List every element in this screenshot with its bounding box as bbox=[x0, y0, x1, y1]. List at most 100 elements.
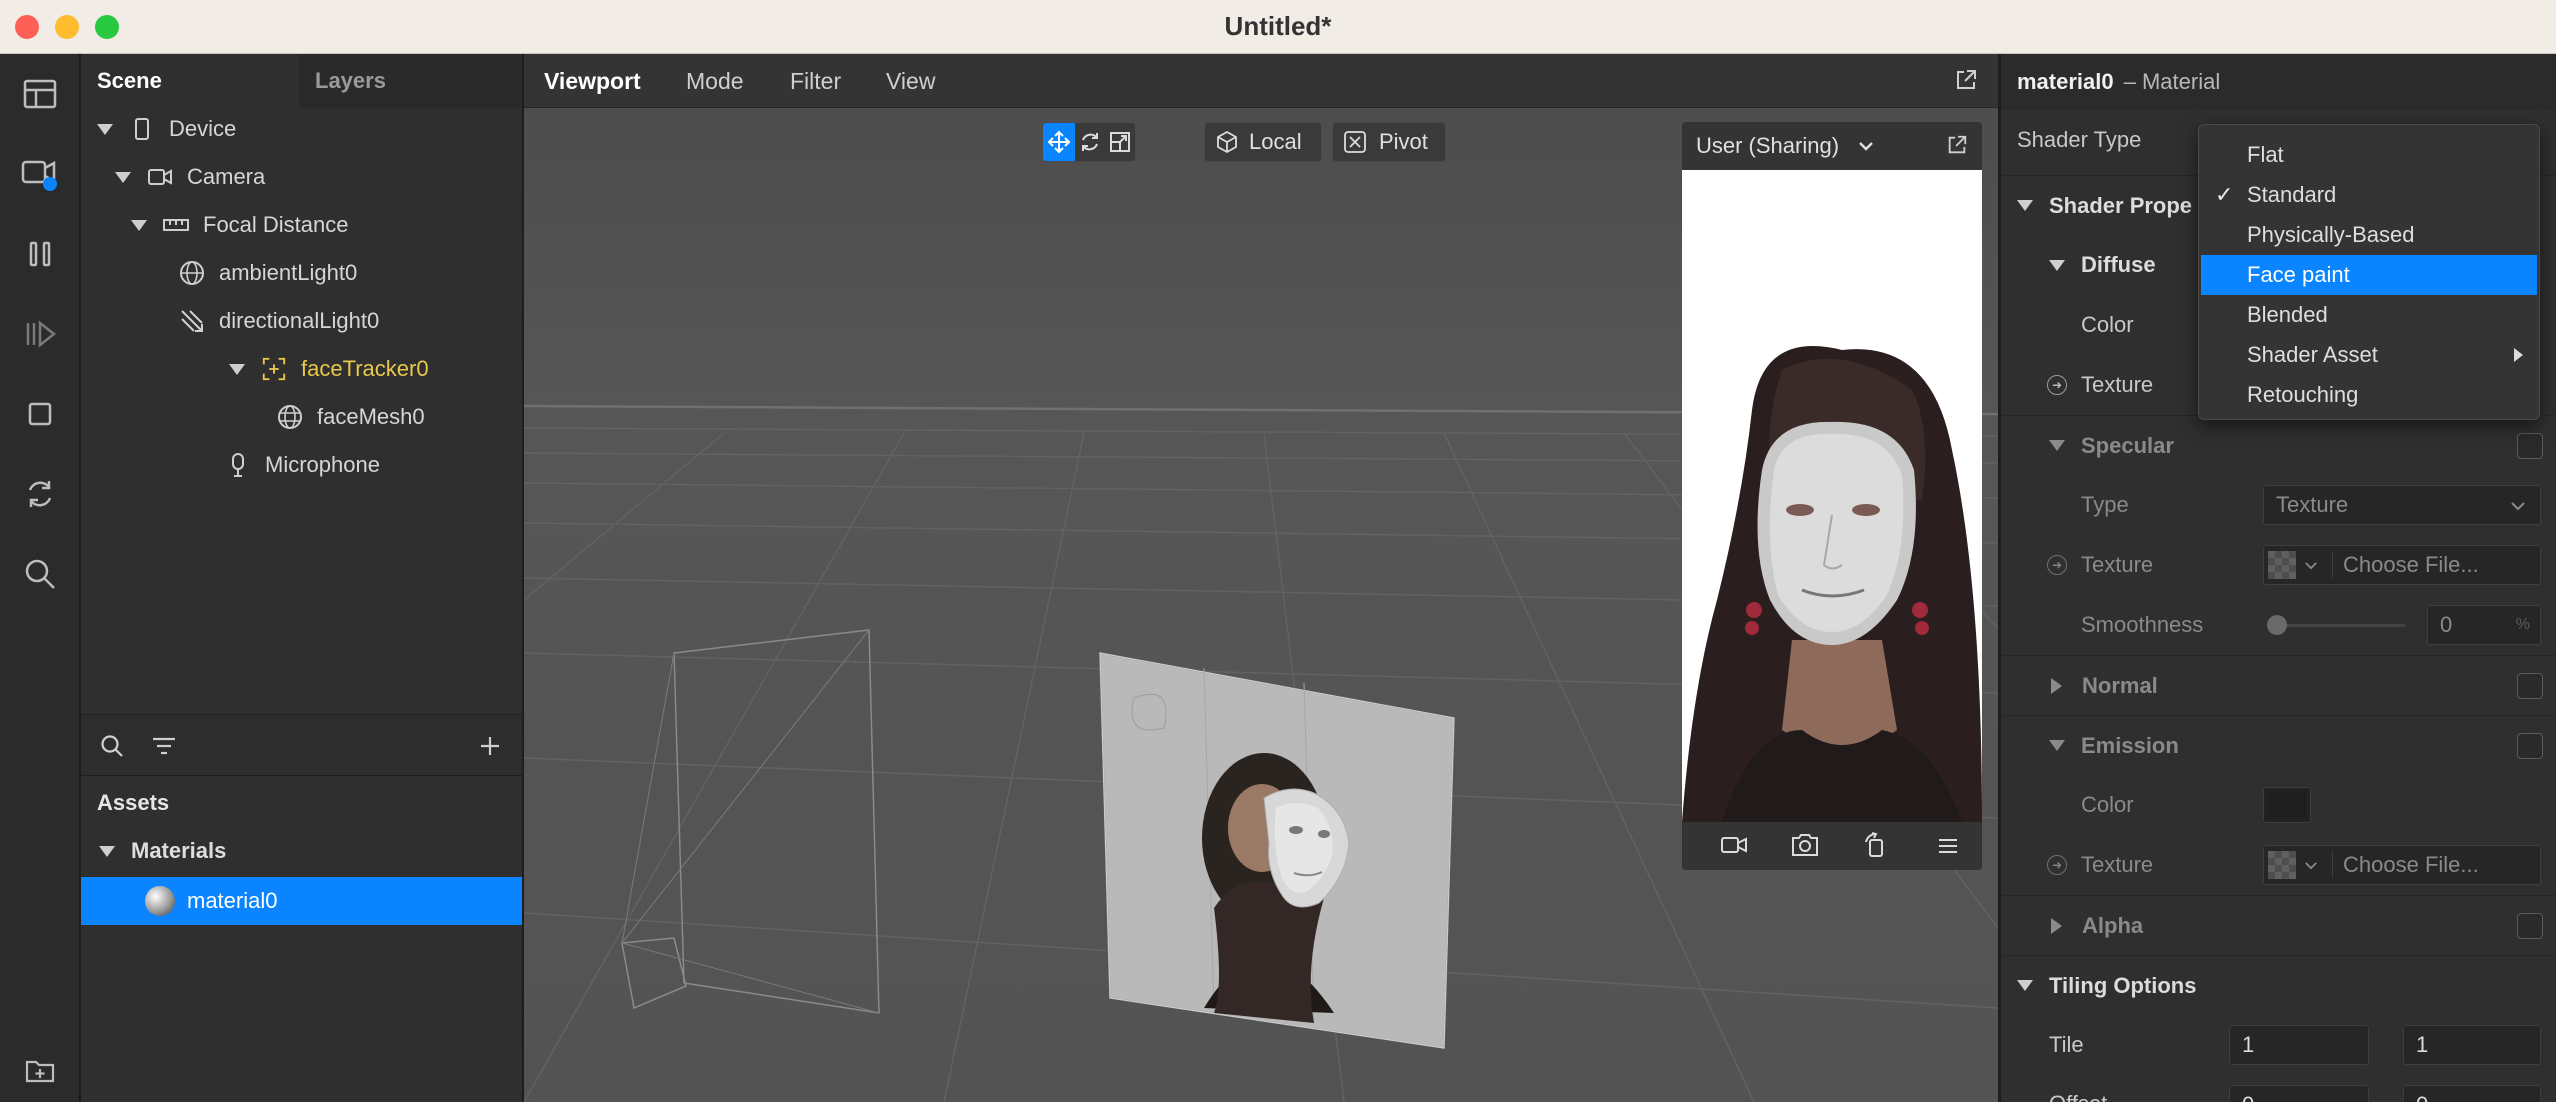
connect-arrow-icon[interactable]: ➜ bbox=[2047, 555, 2067, 575]
search-button[interactable] bbox=[14, 548, 66, 600]
checkmark-icon: ✓ bbox=[2215, 182, 2234, 207]
inspector-header: material0 – Material bbox=[2001, 54, 2556, 110]
emission-texture-picker[interactable]: Choose File... bbox=[2263, 845, 2541, 885]
asset-item-material0[interactable]: material0 bbox=[81, 877, 522, 925]
inspector-title: material0 bbox=[2017, 69, 2114, 94]
pop-out-viewport-button[interactable] bbox=[1954, 68, 1978, 97]
specular-section[interactable]: Specular bbox=[2001, 415, 2556, 475]
menu-icon bbox=[1939, 839, 1957, 853]
expand-icon[interactable] bbox=[2051, 917, 2062, 934]
add-object-button[interactable] bbox=[477, 733, 503, 764]
preview-popout-button[interactable] bbox=[1946, 134, 1968, 161]
tile-x-input[interactable]: 1 bbox=[2229, 1025, 2369, 1065]
preview-video-button[interactable] bbox=[1720, 834, 1748, 861]
expand-icon[interactable] bbox=[229, 363, 245, 375]
stop-icon bbox=[28, 402, 52, 426]
scene-filter-button[interactable] bbox=[151, 735, 177, 762]
option-label: Shader Asset bbox=[2247, 342, 2378, 367]
expand-icon[interactable] bbox=[2017, 200, 2033, 211]
stop-button[interactable] bbox=[14, 388, 66, 440]
alpha-section[interactable]: Alpha bbox=[2001, 895, 2556, 955]
tab-mode[interactable]: Mode bbox=[686, 54, 744, 108]
shader-option-shader-asset[interactable]: Shader Asset bbox=[2201, 335, 2537, 375]
tab-filter[interactable]: Filter bbox=[790, 54, 841, 108]
tree-item-camera[interactable]: Camera bbox=[115, 154, 265, 200]
pause-icon bbox=[29, 241, 51, 267]
expand-icon[interactable] bbox=[115, 171, 131, 183]
specular-texture-picker[interactable]: Choose File... bbox=[2263, 545, 2541, 585]
tab-view[interactable]: View bbox=[886, 54, 935, 108]
offset-label: Offset bbox=[2049, 1091, 2107, 1102]
specular-type-select[interactable]: Texture bbox=[2263, 485, 2541, 525]
tab-layers[interactable]: Layers bbox=[299, 54, 522, 108]
expand-icon[interactable] bbox=[131, 219, 147, 231]
connect-arrow-icon[interactable]: ➜ bbox=[2047, 855, 2067, 875]
expand-icon[interactable] bbox=[99, 845, 115, 857]
pivot-button[interactable]: Pivot bbox=[1332, 122, 1446, 162]
preview-menu-button[interactable] bbox=[1936, 836, 1960, 861]
tile-y-value: 1 bbox=[2416, 1032, 2429, 1057]
smoothness-input[interactable]: 0 % bbox=[2427, 605, 2541, 645]
diffuse-texture-label: Texture bbox=[2081, 372, 2154, 397]
expand-icon[interactable] bbox=[97, 123, 113, 135]
shader-option-face-paint[interactable]: Face paint bbox=[2201, 255, 2537, 295]
emission-color-swatch[interactable] bbox=[2263, 787, 2311, 823]
shader-option-flat[interactable]: Flat bbox=[2201, 135, 2537, 175]
expand-icon[interactable] bbox=[2017, 980, 2033, 991]
expand-icon[interactable] bbox=[2049, 740, 2065, 751]
tree-item-ambient-light[interactable]: ambientLight0 bbox=[179, 250, 357, 296]
normal-enable-checkbox[interactable] bbox=[2517, 672, 2543, 699]
tree-item-device[interactable]: Device bbox=[97, 106, 236, 152]
expand-icon[interactable] bbox=[2049, 259, 2065, 271]
shader-option-standard[interactable]: ✓ Standard bbox=[2201, 175, 2537, 215]
preview-device-selector[interactable]: User (Sharing) bbox=[1682, 122, 1982, 170]
rotate-tool-button[interactable] bbox=[1075, 123, 1105, 161]
assets-group-materials[interactable]: Materials bbox=[99, 828, 226, 874]
video-record-button[interactable] bbox=[14, 148, 66, 200]
specular-texture-row: ➜ Texture Choose File... bbox=[2001, 535, 2556, 595]
offset-row: Offset 0 0 bbox=[2001, 1075, 2556, 1102]
shader-option-blended[interactable]: Blended bbox=[2201, 295, 2537, 335]
move-tool-button[interactable] bbox=[1043, 123, 1075, 161]
scene-search-button[interactable] bbox=[99, 733, 125, 764]
connect-arrow-icon[interactable]: ➜ bbox=[2047, 375, 2067, 395]
tab-viewport[interactable]: Viewport bbox=[544, 54, 641, 108]
shader-properties-label: Shader Prope bbox=[2049, 192, 2193, 218]
add-folder-button[interactable] bbox=[14, 1044, 66, 1096]
expand-icon[interactable] bbox=[2051, 677, 2062, 694]
shader-option-retouching[interactable]: Retouching bbox=[2201, 375, 2537, 415]
transform-tool-group bbox=[1042, 122, 1136, 162]
local-label: Local bbox=[1249, 129, 1302, 154]
tree-item-label: Device bbox=[169, 116, 237, 141]
tree-item-face-mesh[interactable]: faceMesh0 bbox=[277, 394, 425, 440]
layout-icon bbox=[23, 79, 57, 109]
emission-enable-checkbox[interactable] bbox=[2517, 732, 2543, 759]
tree-item-focal-distance[interactable]: Focal Distance bbox=[131, 202, 349, 248]
normal-section[interactable]: Normal bbox=[2001, 655, 2556, 715]
tab-scene[interactable]: Scene bbox=[81, 54, 299, 108]
material-sphere-icon bbox=[145, 886, 175, 916]
preview-screenshot-button[interactable] bbox=[1790, 832, 1820, 863]
preview-rotate-button[interactable] bbox=[1862, 832, 1890, 863]
scale-tool-button[interactable] bbox=[1105, 123, 1135, 161]
emission-section[interactable]: Emission bbox=[2001, 715, 2556, 775]
layout-button[interactable] bbox=[14, 68, 66, 120]
tree-item-directional-light[interactable]: directionalLight0 bbox=[179, 298, 379, 344]
pause-button[interactable] bbox=[14, 228, 66, 280]
rotate-icon bbox=[1082, 133, 1098, 151]
alpha-enable-checkbox[interactable] bbox=[2517, 912, 2543, 939]
refresh-button[interactable] bbox=[14, 468, 66, 520]
expand-icon[interactable] bbox=[2049, 440, 2065, 451]
offset-y-input[interactable]: 0 bbox=[2403, 1085, 2541, 1102]
smoothness-slider-handle[interactable] bbox=[2267, 615, 2287, 635]
tiling-options-header[interactable]: Tiling Options bbox=[2001, 955, 2556, 1015]
tree-item-microphone[interactable]: Microphone bbox=[229, 442, 380, 488]
shader-option-physically-based[interactable]: Physically-Based bbox=[2201, 215, 2537, 255]
smoothness-slider-track[interactable] bbox=[2267, 624, 2405, 627]
local-space-button[interactable]: Local bbox=[1204, 122, 1322, 162]
specular-enable-checkbox[interactable] bbox=[2517, 432, 2543, 459]
step-forward-button[interactable] bbox=[14, 308, 66, 360]
offset-x-input[interactable]: 0 bbox=[2229, 1085, 2369, 1102]
tile-y-input[interactable]: 1 bbox=[2403, 1025, 2541, 1065]
tree-item-face-tracker[interactable]: faceTracker0 bbox=[229, 346, 429, 392]
